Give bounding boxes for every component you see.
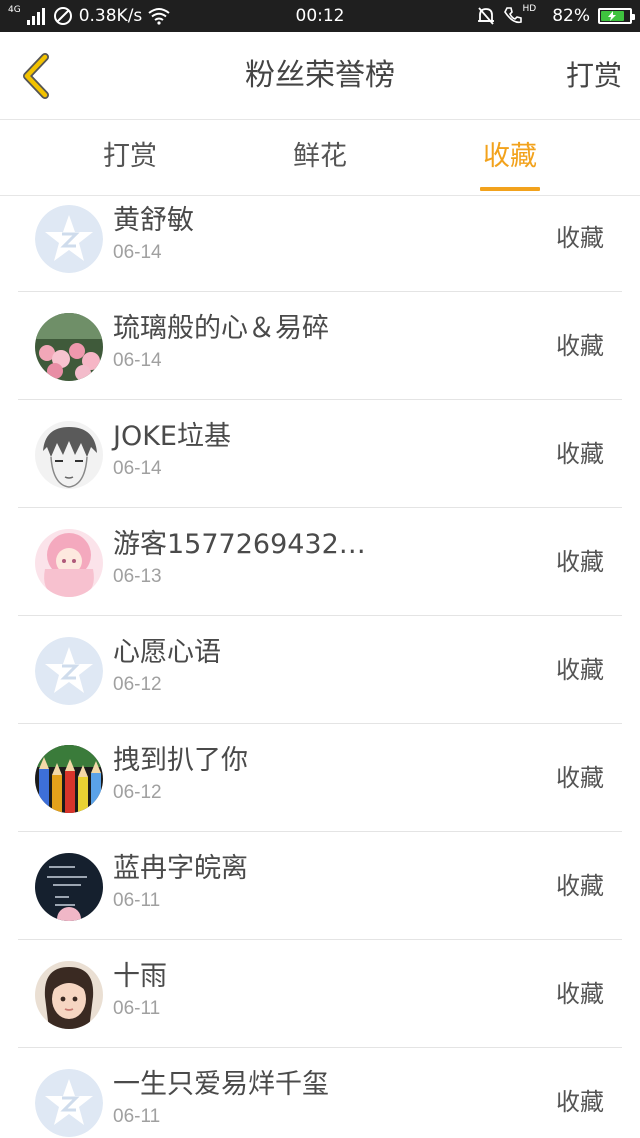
fan-list-items: 黄舒敏 06-14 收藏 琉璃般的心＆易碎 06-14 收藏 JOKE垃基 06-14 收藏 游客… [0, 196, 640, 1138]
bell-muted-icon [477, 7, 494, 25]
no-data-saver-icon [53, 7, 72, 25]
default-avatar-icon [35, 1069, 103, 1137]
user-name: 琉璃般的心＆易碎 [113, 313, 329, 344]
tab-bar: 打赏 鲜花 收藏 [0, 121, 640, 196]
avatar[interactable] [35, 313, 103, 381]
user-name: 拽到扒了你 [113, 745, 248, 776]
flowers-photo-avatar-icon [35, 313, 103, 381]
list-item[interactable]: 蓝冉字皖离 06-11 收藏 [0, 832, 640, 940]
user-name: 黄舒敏 [113, 205, 194, 236]
user-name: 十雨 [113, 961, 167, 992]
battery-percent: 82% [552, 6, 590, 26]
item-date: 06-14 [113, 458, 162, 479]
avatar[interactable] [35, 1069, 103, 1137]
list-item[interactable]: 心愿心语 06-12 收藏 [0, 616, 640, 724]
network-speed: 0.38K/s [78, 6, 143, 26]
item-date: 06-11 [113, 1106, 161, 1127]
page-title: 粉丝荣誉榜 [245, 58, 395, 93]
user-name: 蓝冉字皖离 [113, 853, 248, 884]
list-item[interactable]: 琉璃般的心＆易碎 06-14 收藏 [0, 292, 640, 400]
dark-chalkboard-avatar-icon [35, 853, 103, 921]
item-date: 06-11 [113, 998, 161, 1019]
avatar[interactable] [35, 205, 103, 273]
user-name: 游客1577269432… [113, 529, 366, 560]
child-photo-avatar-icon [35, 961, 103, 1029]
action-type-label: 收藏 [556, 872, 604, 900]
fan-list[interactable]: 黄舒敏 06-14 收藏 琉璃般的心＆易碎 06-14 收藏 JOKE垃基 06-14 收藏 游客… [0, 196, 640, 1138]
action-type-label: 收藏 [556, 980, 604, 1008]
pink-anime-avatar-icon [35, 529, 103, 597]
phone-hd-icon [503, 7, 522, 24]
action-type-label: 收藏 [556, 764, 604, 792]
wifi-icon [148, 8, 170, 25]
battery-icon [598, 8, 635, 24]
avatar[interactable] [35, 637, 103, 705]
back-button[interactable] [10, 50, 62, 102]
action-type-label: 收藏 [556, 224, 604, 252]
status-right: HD 82% [477, 0, 635, 32]
chevron-left-icon [23, 53, 49, 99]
hd-label: HD [522, 4, 537, 14]
list-item[interactable]: 游客1577269432… 06-13 收藏 [0, 508, 640, 616]
status-left: 4G 0.38K/s [8, 0, 170, 32]
tab-flowers[interactable]: 鲜花 [250, 121, 390, 196]
tab-favorites[interactable]: 收藏 [440, 121, 580, 196]
nav-bar: 粉丝荣誉榜 打赏 [0, 32, 640, 120]
avatar[interactable] [35, 421, 103, 489]
list-item[interactable]: 十雨 06-11 收藏 [0, 940, 640, 1048]
item-date: 06-12 [113, 674, 162, 695]
reward-button[interactable]: 打赏 [566, 32, 622, 120]
network-type: 4G [8, 5, 21, 15]
default-avatar-icon [35, 637, 103, 705]
anime-sketch-avatar-icon [35, 421, 103, 489]
charging-bolt-icon [608, 11, 617, 21]
tab-favorites-label: 收藏 [483, 141, 537, 172]
list-item[interactable]: JOKE垃基 06-14 收藏 [0, 400, 640, 508]
action-type-label: 收藏 [556, 332, 604, 360]
list-item[interactable]: 一生只爱易烊千玺 06-11 收藏 [0, 1048, 640, 1138]
action-type-label: 收藏 [556, 656, 604, 684]
action-type-label: 收藏 [556, 1088, 604, 1116]
list-item[interactable]: 拽到扒了你 06-12 收藏 [0, 724, 640, 832]
default-avatar-icon [35, 205, 103, 273]
user-name: JOKE垃基 [113, 421, 231, 452]
item-date: 06-14 [113, 350, 162, 371]
action-type-label: 收藏 [556, 440, 604, 468]
user-name: 心愿心语 [113, 637, 221, 668]
item-date: 06-14 [113, 242, 162, 263]
status-bar: 4G 0.38K/s 00:12 HD 82% [0, 0, 640, 32]
battery-level [601, 11, 624, 21]
list-item[interactable]: 黄舒敏 06-14 收藏 [0, 196, 640, 292]
avatar[interactable] [35, 529, 103, 597]
avatar[interactable] [35, 853, 103, 921]
signal-icon [26, 8, 45, 25]
item-date: 06-11 [113, 890, 161, 911]
action-type-label: 收藏 [556, 548, 604, 576]
item-date: 06-12 [113, 782, 162, 803]
avatar[interactable] [35, 745, 103, 813]
colored-pencils-avatar-icon [35, 745, 103, 813]
active-tab-indicator [480, 187, 540, 191]
tab-reward[interactable]: 打赏 [60, 121, 200, 196]
item-date: 06-13 [113, 566, 162, 587]
user-name: 一生只爱易烊千玺 [113, 1069, 329, 1100]
avatar[interactable] [35, 961, 103, 1029]
